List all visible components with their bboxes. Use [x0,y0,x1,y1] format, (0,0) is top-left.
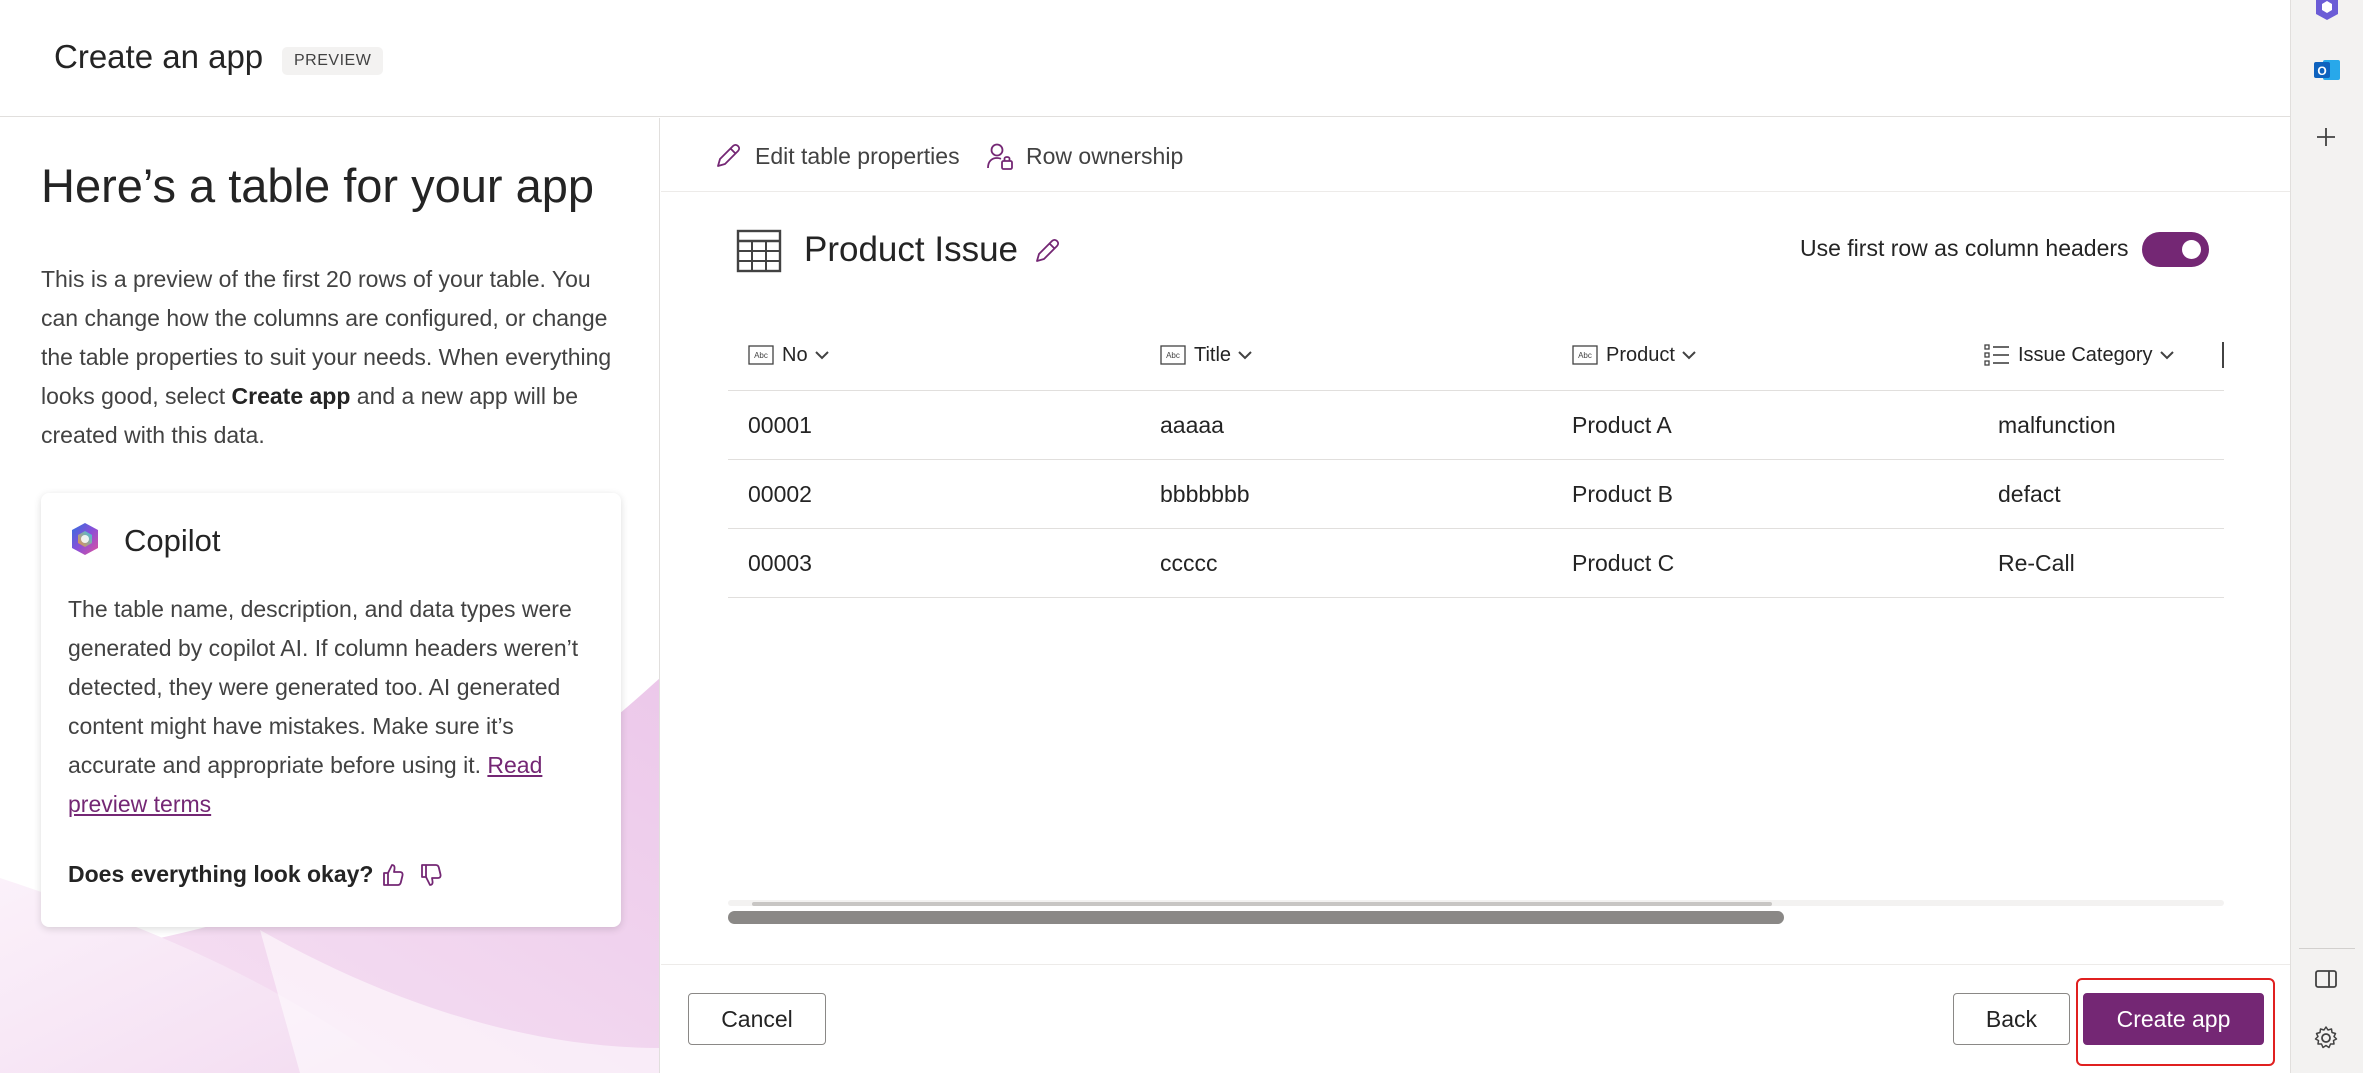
table-toolbar: Edit table properties Row ownership [661,118,2290,192]
table-name: Product Issue [804,230,1018,269]
rail-divider [2299,948,2355,949]
table-cell: bbbbbbb [1160,481,1250,507]
table-cell: ccccc [1160,550,1218,576]
column-header-cutoff [2222,342,2224,368]
column-header-label: Title [1194,343,1232,366]
thumbs-up-icon[interactable] [379,861,407,889]
settings-icon[interactable] [2313,1025,2339,1051]
choice-list-icon [1984,344,2009,366]
table-row[interactable]: 00003 ccccc Product C Re-Call [728,529,2224,598]
svg-text:Abc: Abc [1578,351,1592,360]
disclaimer-text: The table name, description, and data ty… [68,596,579,778]
text-type-icon: Abc [1572,345,1598,365]
table-row[interactable]: 00001 aaaaa Product A malfunction [728,391,2224,460]
highlight-outline [2076,978,2275,1066]
row-ownership-label: Row ownership [1026,142,1184,169]
table-cell: defact [1998,481,2061,507]
app-header: Create an app PREVIEW [0,0,2290,117]
description-emphasis: Create app [231,383,351,409]
pencil-icon [717,143,741,167]
edit-table-name-icon[interactable] [1032,236,1062,266]
preview-badge: PREVIEW [282,47,384,75]
text-type-icon: Abc [748,345,774,365]
horizontal-scrollbar-thumb[interactable] [728,911,1784,924]
table-cell: 00001 [748,412,812,438]
column-header-label: Issue Category [2018,343,2153,366]
description-text: This is a preview of the first 20 rows o… [41,260,626,455]
first-row-headers-label: Use first row as column headers [1800,235,2129,261]
horizontal-scrollbar-rail [752,902,1772,906]
table-cell: Product B [1572,481,1673,507]
section-heading: Here’s a table for your app [41,159,595,212]
copilot-icon [72,523,98,555]
thumbs-down-icon[interactable] [417,861,445,889]
table-cell: 00003 [748,550,812,576]
table-icon [736,229,782,273]
column-header-no[interactable]: Abc No [748,340,830,370]
table-cell: Product A [1572,412,1672,438]
text-type-icon: Abc [1160,345,1186,365]
outlook-icon[interactable]: O [2313,56,2341,84]
person-lock-icon [987,143,1013,170]
feedback-question: Does everything look okay? [68,861,374,887]
copilot-app-icon[interactable] [2313,0,2341,22]
right-side-rail: O [2290,0,2363,1073]
edit-table-properties-label: Edit table properties [755,142,960,169]
edit-table-properties-button[interactable]: Edit table properties [713,138,960,174]
copilot-disclaimer: The table name, description, and data ty… [68,590,603,824]
row-ownership-button[interactable]: Row ownership [986,138,1183,174]
svg-text:Abc: Abc [1166,351,1180,360]
table-cell: aaaaa [1160,412,1224,438]
side-panel-icon[interactable] [2313,967,2339,991]
add-icon[interactable] [2313,124,2339,150]
toggle-knob [2182,240,2201,259]
first-row-headers-toggle[interactable] [2142,232,2209,267]
copilot-card: Copilot The table name, description, and… [41,493,621,927]
table-cell: Product C [1572,550,1675,576]
table-cell: 00002 [748,481,812,507]
table-row[interactable]: 00002 bbbbbbb Product B defact [728,460,2224,529]
table-cell: malfunction [1998,412,2116,438]
column-header-label: Product [1606,343,1675,366]
chevron-down-icon [814,351,829,360]
column-header-label: No [782,343,808,366]
back-button[interactable]: Back [1953,993,2070,1045]
chevron-down-icon [1682,351,1696,360]
data-grid: Abc No Abc Title Abc Product Issue Categ… [728,320,2224,600]
column-header-issue-category[interactable]: Issue Category [1984,340,2175,370]
svg-text:Abc: Abc [754,351,768,360]
chevron-down-icon [2159,351,2174,360]
cancel-button[interactable]: Cancel [688,993,826,1045]
copilot-title: Copilot [124,523,221,558]
column-header-title[interactable]: Abc Title [1160,340,1253,370]
svg-text:O: O [2317,64,2326,78]
chevron-down-icon [1238,351,1252,360]
left-panel: Here’s a table for your app This is a pr… [0,118,660,1073]
column-header-product[interactable]: Abc Product [1572,340,1697,370]
page-title: Create an app [54,38,264,75]
table-cell: Re-Call [1998,550,2075,576]
